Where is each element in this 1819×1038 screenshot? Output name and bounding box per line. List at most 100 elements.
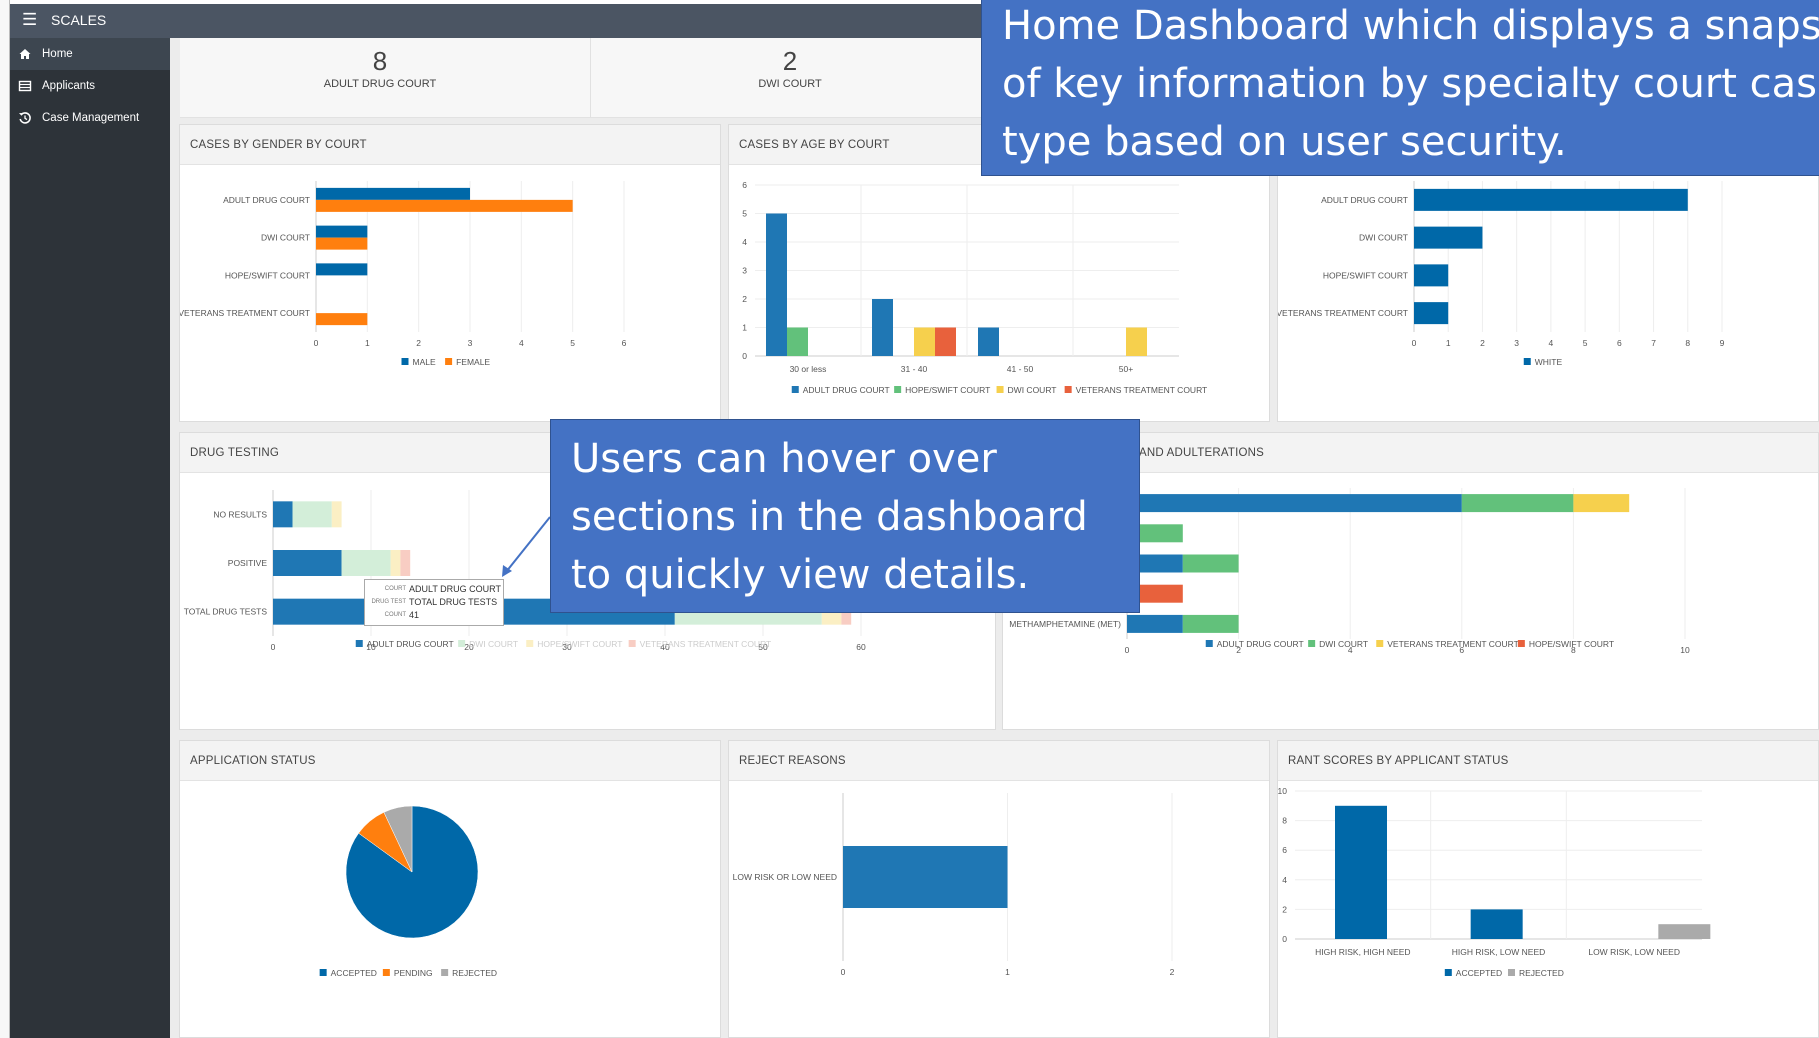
legend-label: HOPE/SWIFT COURT bbox=[537, 639, 622, 649]
callout-middle: Users can hover over sections in the das… bbox=[550, 419, 1140, 613]
callout-line: sections in the dashboard bbox=[571, 494, 1088, 540]
legend-label: ADULT DRUG COURT bbox=[803, 385, 890, 395]
callout-line: of key information by specialty court ca… bbox=[1002, 61, 1819, 107]
callout-text: Users can hover over sections in the das… bbox=[571, 430, 1088, 604]
legend-label: ACCEPTED bbox=[331, 968, 377, 978]
legend-label: FEMALE bbox=[456, 357, 490, 367]
age-chart[interactable]: 0 1 2 3 4 5 6 30 or less 31 - 40 41 - 50 50+ ADULT … bbox=[729, 165, 1269, 421]
y-category-label: ADULT DRUG COURT bbox=[223, 195, 310, 205]
legend-swatch bbox=[1508, 969, 1515, 976]
panel-header: REJECT REASONS bbox=[729, 741, 1269, 781]
rant-scores-chart[interactable]: 0 2 4 6 8 10 HIGH RISK, HIGH NEED HIGH RISK, LO… bbox=[1278, 781, 1818, 1037]
legend-swatch bbox=[791, 386, 799, 393]
bar bbox=[1335, 805, 1387, 939]
kpi-adult-drug-court[interactable]: 8 ADULT DRUG COURT bbox=[180, 46, 580, 90]
hover-tooltip: COURT ADULT DRUG COURT DRUG TEST TOTAL DRU… bbox=[364, 579, 504, 626]
legend-swatch bbox=[894, 386, 902, 393]
legend-label: ADULT DRUG COURT bbox=[367, 639, 454, 649]
hamburger-menu-icon[interactable]: ☰ bbox=[22, 10, 42, 30]
legend-label: HOPE/SWIFT COURT bbox=[1529, 639, 1614, 649]
x-tick-label: 1 bbox=[1005, 967, 1010, 977]
panel-title: RANT SCORES BY APPLICANT STATUS bbox=[1288, 755, 1509, 767]
y-category-label: TOTAL DRUG TESTS bbox=[184, 607, 268, 617]
x-tick-label: 4 bbox=[519, 338, 524, 348]
rant-scores-panel: RANT SCORES BY APPLICANT STATUS 0 2 4 6 8 10 H… bbox=[1277, 740, 1819, 1038]
bar bbox=[1658, 924, 1711, 939]
legend-swatch bbox=[526, 640, 534, 647]
bar bbox=[872, 299, 893, 356]
x-tick-label: 3 bbox=[468, 338, 473, 348]
bar bbox=[978, 327, 999, 356]
x-tick-label: 2 bbox=[1480, 338, 1485, 348]
bar bbox=[1414, 302, 1449, 325]
bar bbox=[292, 501, 332, 528]
legend-label: VETERANS TREATMENT COURT bbox=[1387, 639, 1519, 649]
legend-swatch bbox=[1444, 969, 1452, 976]
sidebar-item-home[interactable]: Home bbox=[10, 38, 170, 70]
reject-reasons-chart[interactable]: 0 1 2 LOW RISK OR LOW NEED bbox=[729, 781, 1269, 1037]
x-tick-label: 0 bbox=[1125, 645, 1130, 655]
y-tick-label: 10 bbox=[1278, 786, 1287, 796]
callout-line: Users can hover over bbox=[571, 436, 997, 482]
kpi-value: 8 bbox=[372, 46, 388, 76]
bar bbox=[316, 187, 470, 200]
legend-label: DWI COURT bbox=[1008, 385, 1057, 395]
y-tick-label: 6 bbox=[742, 180, 747, 190]
y-tick-label: 0 bbox=[1282, 934, 1287, 944]
tooltip-row: DRUG TEST TOTAL DRUG TESTS bbox=[369, 597, 501, 609]
application-status-chart[interactable]: ACCEPTED PENDING REJECTED bbox=[180, 781, 720, 1037]
panel-title: DRUG TESTING bbox=[190, 447, 280, 459]
callout-line: type based on user security. bbox=[1002, 119, 1567, 165]
y-category-label: HOPE/SWIFT COURT bbox=[1323, 270, 1408, 280]
x-tick-label: 0 bbox=[271, 642, 276, 652]
y-category-label: DWI COURT bbox=[261, 233, 310, 243]
y-category-label: ADULT DRUG COURT bbox=[1321, 195, 1408, 205]
legend-swatch bbox=[441, 969, 449, 976]
y-tick-label: 4 bbox=[1282, 875, 1287, 885]
legend-swatch bbox=[355, 640, 363, 647]
kpi-value: 2 bbox=[782, 46, 798, 76]
x-tick-label: 1 bbox=[365, 338, 370, 348]
bar bbox=[316, 225, 368, 238]
y-tick-label: 5 bbox=[742, 209, 747, 219]
legend-swatch bbox=[996, 386, 1004, 393]
x-category-label: 31 - 40 bbox=[901, 364, 928, 374]
x-category-label: 30 or less bbox=[790, 364, 827, 374]
bar bbox=[316, 199, 573, 212]
bar bbox=[1461, 494, 1574, 513]
tooltip-row: COURT ADULT DRUG COURT bbox=[369, 584, 501, 596]
y-category-label: METHAMPHETAMINE (MET) bbox=[1009, 619, 1121, 629]
race-chart[interactable]: 0 1 2 3 4 5 6 7 8 9 ADULT DRUG COURT DWI COURT HOPE/… bbox=[1278, 165, 1818, 421]
legend-swatch bbox=[319, 969, 327, 976]
bar bbox=[914, 327, 935, 356]
y-tick-label: 2 bbox=[1282, 904, 1287, 914]
gender-panel: CASES BY GENDER BY COURT 0 1 2 3 4 5 6 ADULT DR… bbox=[179, 124, 721, 422]
application-status-panel: APPLICATION STATUS ACCEPTED PENDING REJECT… bbox=[179, 740, 721, 1038]
gender-chart[interactable]: 0 1 2 3 4 5 6 ADULT DRUG COURT DWI COURT HOPE/SWI… bbox=[180, 165, 720, 421]
app-title: SCALES bbox=[51, 12, 107, 28]
panel-title: APPLICATION STATUS bbox=[190, 755, 316, 767]
kpi-dwi-court[interactable]: 2 DWI COURT bbox=[590, 46, 990, 90]
y-tick-label: 8 bbox=[1282, 816, 1287, 826]
sidebar-item-case-management[interactable]: Case Management bbox=[10, 102, 170, 134]
callout-line: Home Dashboard which displays a snapshot bbox=[1002, 3, 1819, 49]
x-tick-label: 0 bbox=[314, 338, 319, 348]
kpi-label: DWI COURT bbox=[758, 78, 822, 90]
tooltip-value: 41 bbox=[409, 610, 420, 620]
bar bbox=[316, 237, 368, 250]
bar bbox=[273, 501, 293, 528]
bar bbox=[316, 263, 368, 276]
legend-swatch bbox=[1517, 640, 1525, 647]
bar bbox=[1182, 614, 1239, 633]
sidebar-item-applicants[interactable]: Applicants bbox=[10, 70, 170, 102]
x-tick-label: 1 bbox=[1446, 338, 1451, 348]
panel-title: CASES BY AGE BY COURT bbox=[739, 139, 890, 151]
y-tick-label: 0 bbox=[742, 351, 747, 361]
legend-swatch bbox=[1205, 640, 1213, 647]
panel-title: CASES BY GENDER BY COURT bbox=[190, 139, 367, 151]
bar bbox=[1470, 909, 1523, 939]
x-tick-label: 3 bbox=[1514, 338, 1519, 348]
legend-label: VETERANS TREATMENT COURT bbox=[640, 639, 772, 649]
x-tick-label: 60 bbox=[856, 642, 866, 652]
y-category-label: DWI COURT bbox=[1359, 233, 1408, 243]
